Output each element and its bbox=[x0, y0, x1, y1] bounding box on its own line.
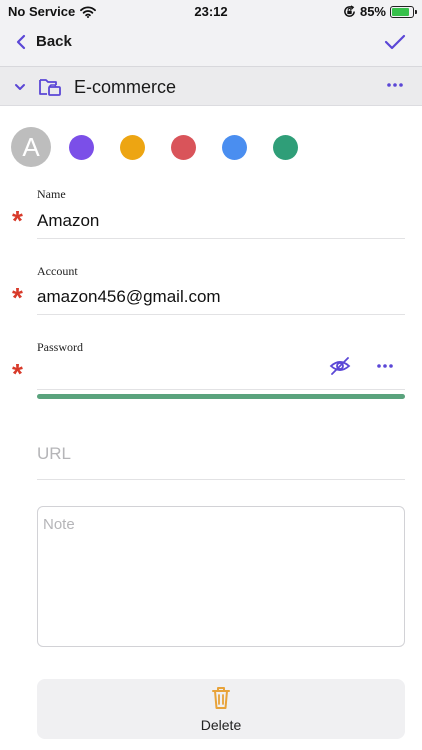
password-required-mark: * bbox=[12, 358, 23, 389]
status-bar: No Service 23:12 85% bbox=[0, 0, 422, 24]
group-name: E-commerce bbox=[74, 77, 177, 97]
eye-slash-icon[interactable] bbox=[329, 357, 351, 375]
color-swatch-green[interactable] bbox=[273, 135, 298, 160]
battery-tip bbox=[415, 9, 417, 14]
password-strength-bar bbox=[37, 394, 405, 399]
name-underline bbox=[37, 238, 405, 239]
save-button[interactable] bbox=[384, 33, 406, 56]
url-field[interactable]: URL bbox=[37, 444, 405, 468]
password-strength-fill bbox=[37, 394, 405, 399]
password-label: Password bbox=[37, 340, 84, 354]
orientation-lock-icon bbox=[344, 5, 355, 17]
avatar[interactable]: A bbox=[11, 127, 51, 167]
battery-charging-icon bbox=[390, 5, 417, 18]
group-header: E-commerce bbox=[0, 66, 422, 106]
name-required-mark: * bbox=[12, 205, 23, 236]
battery-percent: 85% bbox=[359, 4, 386, 19]
status-right: 85% bbox=[343, 4, 417, 19]
color-swatch-orange[interactable] bbox=[120, 135, 145, 160]
color-swatch-blue[interactable] bbox=[222, 135, 247, 160]
more-icon bbox=[387, 83, 403, 87]
account-required-mark: * bbox=[12, 282, 23, 313]
url-underline bbox=[37, 479, 405, 480]
trash-icon bbox=[212, 687, 230, 709]
back-label: Back bbox=[36, 33, 72, 50]
group-more-button[interactable] bbox=[386, 78, 404, 97]
account-label: Account bbox=[37, 264, 78, 278]
password-more-icon[interactable] bbox=[376, 359, 394, 373]
color-swatch-red[interactable] bbox=[171, 135, 196, 160]
back-button[interactable]: Back bbox=[16, 33, 72, 50]
name-field[interactable]: Amazon bbox=[37, 211, 99, 231]
password-field[interactable] bbox=[37, 356, 317, 378]
delete-button[interactable]: Delete bbox=[37, 679, 405, 739]
color-swatch-purple[interactable] bbox=[69, 135, 94, 160]
collapse-button[interactable] bbox=[14, 80, 26, 98]
checkmark-icon bbox=[384, 34, 406, 50]
account-underline bbox=[37, 314, 405, 315]
delete-label: Delete bbox=[200, 717, 242, 733]
name-label: Name bbox=[37, 187, 66, 201]
chevron-left-icon bbox=[16, 34, 26, 49]
nav-bar: Back bbox=[0, 24, 422, 66]
account-field[interactable]: amazon456@gmail.com bbox=[37, 287, 221, 307]
password-underline bbox=[37, 389, 405, 390]
folder-icon bbox=[39, 79, 61, 96]
battery-level bbox=[392, 7, 409, 16]
note-field[interactable]: Note bbox=[37, 506, 405, 647]
chevron-down-icon bbox=[15, 84, 25, 90]
